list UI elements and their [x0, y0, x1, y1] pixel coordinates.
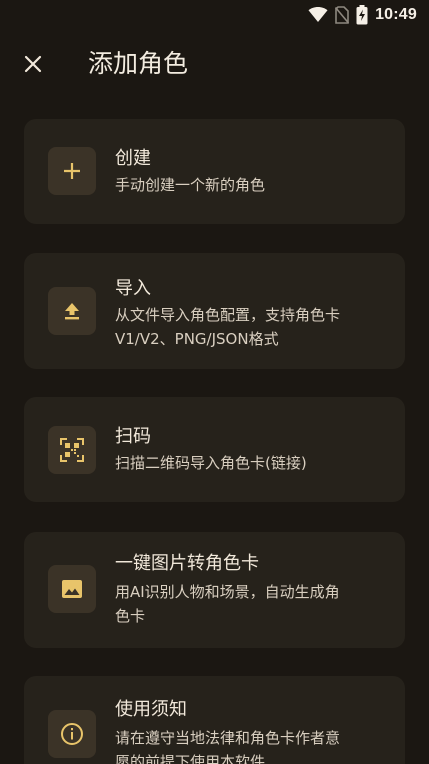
usage-notice-title: 使用须知: [115, 699, 187, 720]
info-icon-box: [48, 710, 96, 758]
page-title: 添加角色: [88, 49, 189, 78]
scan-icon-box: [48, 426, 96, 474]
import-description-line-2: V1/V2、PNG/JSON格式: [115, 330, 279, 348]
qr-scan-icon: [60, 438, 84, 462]
image-to-card-option-card[interactable]: 一键图片转角色卡 用AI识别人物和场景，自动生成角 色卡: [24, 532, 405, 648]
usage-notice-description: 请在遵守当地法律和角色卡作者意 愿的前提下使用本软件: [115, 726, 385, 764]
usage-notice-description-line-1: 请在遵守当地法律和角色卡作者意: [115, 729, 341, 747]
scan-description: 扫描二维码导入角色卡(链接): [115, 454, 307, 472]
image-icon: [61, 578, 83, 600]
status-time: 10:49: [375, 6, 417, 23]
wifi-icon: [308, 7, 328, 23]
import-option-card[interactable]: 导入 从文件导入角色配置，支持角色卡 V1/V2、PNG/JSON格式: [24, 253, 405, 369]
image-to-card-description-line-2: 色卡: [115, 607, 146, 625]
plus-icon: [62, 161, 82, 181]
app-bar: 添加角色: [0, 38, 429, 90]
create-icon-box: [48, 147, 96, 195]
scan-option-card[interactable]: 扫码 扫描二维码导入角色卡(链接): [24, 397, 405, 502]
create-option-card[interactable]: 创建 手动创建一个新的角色: [24, 119, 405, 224]
info-icon: [60, 722, 84, 746]
upload-icon: [62, 301, 82, 321]
create-description: 手动创建一个新的角色: [115, 176, 266, 194]
status-bar: 10:49: [0, 0, 429, 30]
import-icon-box: [48, 287, 96, 335]
image-to-card-description-line-1: 用AI识别人物和场景，自动生成角: [115, 583, 340, 601]
image-to-card-description: 用AI识别人物和场景，自动生成角 色卡: [115, 580, 385, 628]
no-sim-icon: [335, 6, 350, 24]
image-icon-box: [48, 565, 96, 613]
usage-notice-card[interactable]: 使用须知 请在遵守当地法律和角色卡作者意 愿的前提下使用本软件: [24, 676, 405, 764]
close-icon: [24, 55, 42, 73]
close-button[interactable]: [15, 46, 51, 82]
scan-title: 扫码: [115, 426, 151, 447]
import-description: 从文件导入角色配置，支持角色卡 V1/V2、PNG/JSON格式: [115, 303, 385, 351]
usage-notice-description-line-2: 愿的前提下使用本软件: [115, 753, 266, 764]
import-title: 导入: [115, 278, 151, 299]
battery-charging-icon: [356, 5, 368, 25]
create-title: 创建: [115, 148, 151, 169]
image-to-card-title: 一键图片转角色卡: [115, 553, 259, 574]
import-description-line-1: 从文件导入角色配置，支持角色卡: [115, 306, 341, 324]
